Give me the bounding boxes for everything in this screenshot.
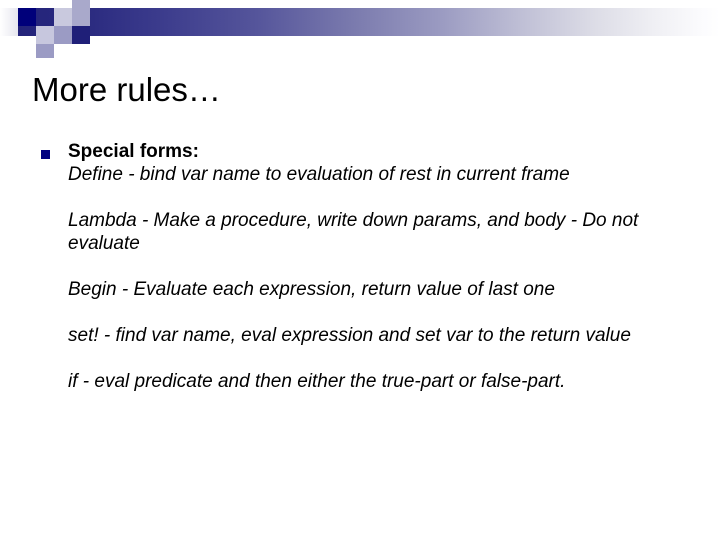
decor-square-fade [0,8,18,36]
slide: More rules… Special forms: Define - bind… [0,0,720,540]
decor-square-dark [72,26,90,44]
paragraph-if: if - eval predicate and then either the … [68,371,566,392]
paragraph-set: set! - find var name, eval expression an… [68,325,631,346]
decor-square-light-mid [36,26,54,44]
slide-body: Special forms: Define - bind var name to… [38,141,678,393]
decor-square-mid [54,26,72,44]
decor-square-tall [72,0,90,26]
paragraph-lambda: Lambda - Make a procedure, write down pa… [68,210,639,254]
decor-square-light-top [54,8,72,26]
paragraph-begin: Begin - Evaluate each expression, return… [68,279,555,300]
paragraph-define: Define - bind var name to evaluation of … [68,164,570,185]
decor-square-low [36,44,54,58]
slide-title: More rules… [32,71,221,108]
header-decoration [0,0,720,62]
bullet-lead-label: Special forms: [68,141,199,162]
decor-square-accent [18,8,36,26]
gradient-banner [18,8,720,36]
bullet-item-special-forms: Special forms: Define - bind var name to… [38,141,678,186]
square-bullet-icon [41,150,50,159]
